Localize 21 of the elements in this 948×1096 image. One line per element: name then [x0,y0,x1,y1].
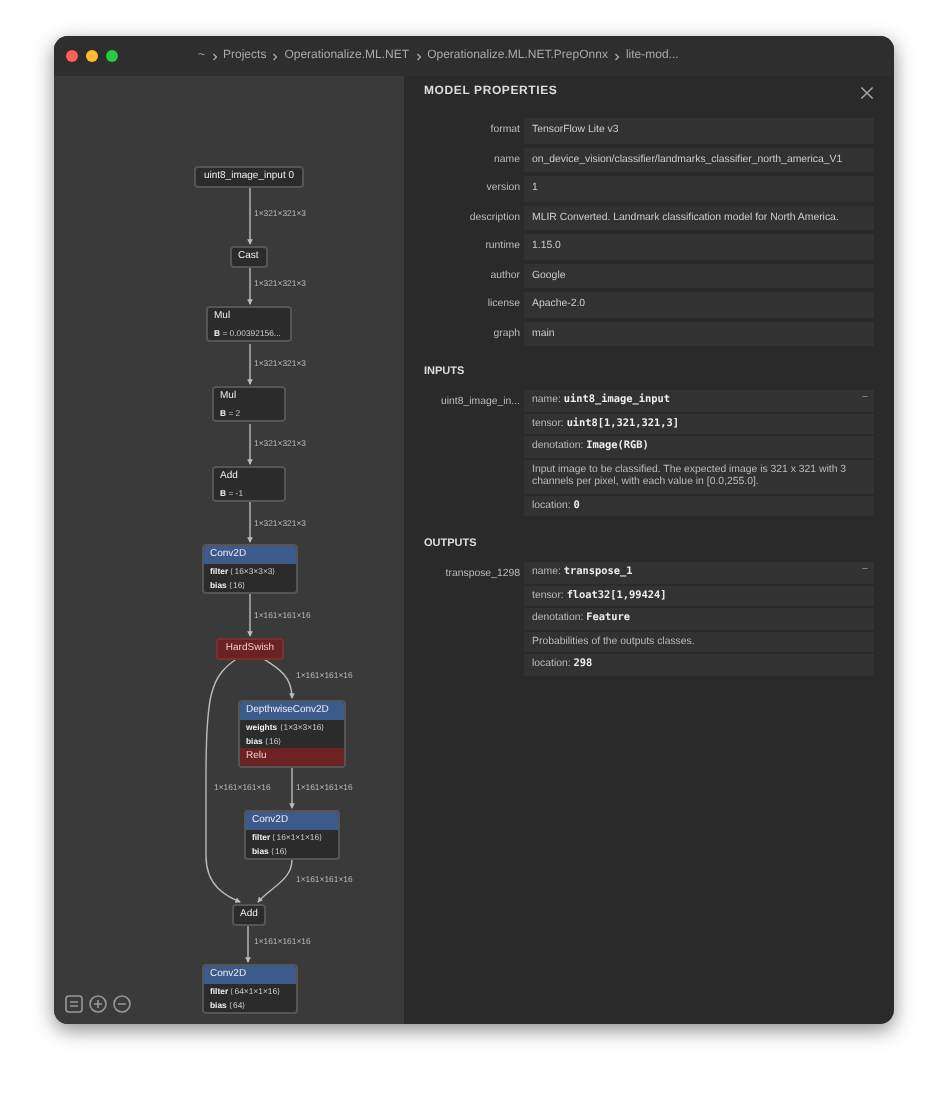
chevron-icon [613,51,620,61]
edge-arrow [247,343,253,385]
zoom-in-icon[interactable] [88,994,108,1014]
edge-arrow [261,657,295,699]
edge-arrow [245,923,251,963]
edge-arrow [247,423,253,465]
close-icon[interactable] [860,85,874,99]
edge-arrow [247,501,253,543]
chevron-icon [272,51,279,61]
edge-arrow [247,593,253,637]
chevron-icon [415,51,422,61]
edge-arrow [257,859,293,903]
zoom-out-icon[interactable] [112,994,132,1014]
edge-arrow [247,185,253,245]
close-window-button[interactable] [66,50,78,62]
zoom-window-button[interactable] [106,50,118,62]
edge-arrow [289,767,295,809]
minimize-window-button[interactable] [86,50,98,62]
chevron-icon [211,51,218,61]
edge-arrow [247,265,253,305]
fit-view-icon[interactable] [64,994,84,1014]
